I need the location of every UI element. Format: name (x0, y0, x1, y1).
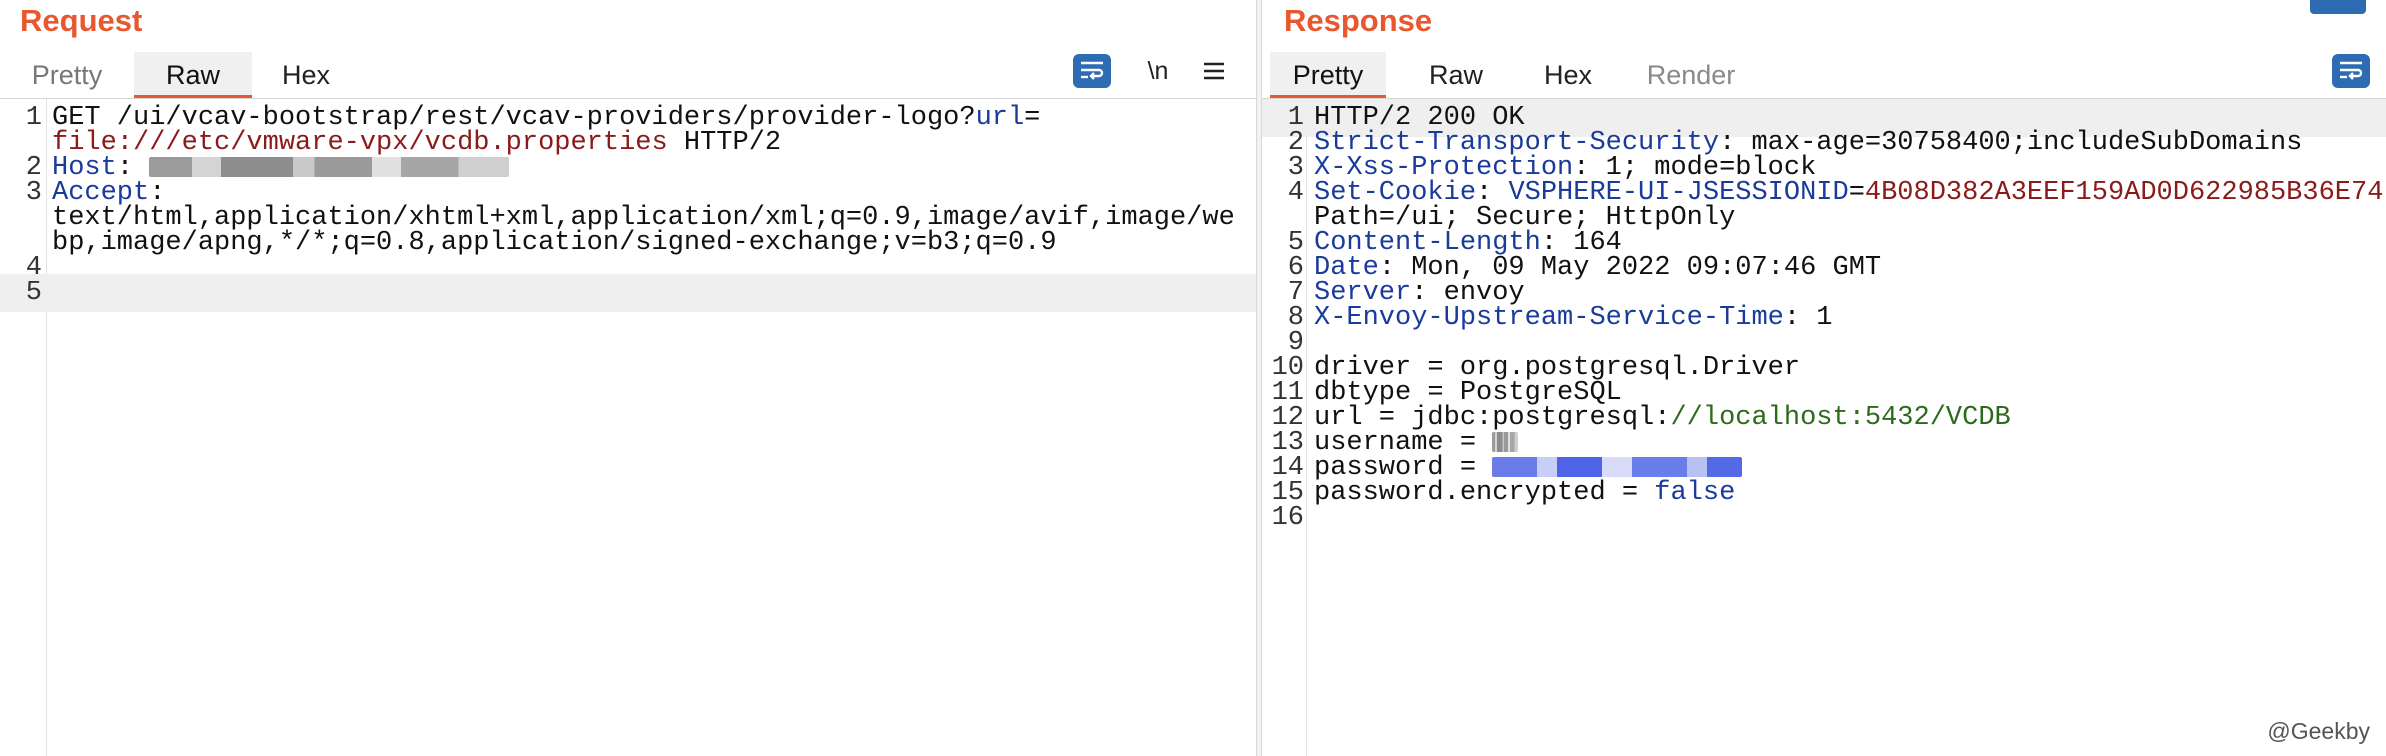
request-newline-toggle[interactable]: \n (1138, 52, 1178, 90)
request-title: Request (20, 3, 143, 38)
request-editor[interactable]: 1 GET /ui/vcav-bootstrap/rest/vcav-provid… (0, 99, 1256, 756)
request-pane: Request Pretty Raw Hex \n 1 GET /ui/vcav-… (0, 0, 1256, 756)
response-tab-raw[interactable]: Raw (1406, 52, 1506, 98)
response-code-line: 16 (1262, 499, 2386, 537)
wrap-lines-icon (2332, 54, 2370, 88)
response-tabs: Pretty Raw Hex Render (1262, 52, 2386, 99)
response-editor[interactable]: 1 HTTP/2 200 OK 2 Strict-Transport-Security… (1262, 99, 2386, 756)
request-tabs: Pretty Raw Hex (0, 52, 1256, 99)
request-tab-raw[interactable]: Raw (134, 52, 252, 98)
request-tab-pretty[interactable]: Pretty (12, 52, 122, 98)
line-number: 16 (1271, 503, 1304, 533)
request-menu-button[interactable] (1196, 52, 1232, 90)
line-number: 5 (25, 278, 42, 308)
response-tab-pretty[interactable]: Pretty (1270, 52, 1386, 98)
hamburger-icon (1204, 62, 1224, 80)
wrap-lines-icon (1073, 54, 1111, 88)
request-code-line: 5 (0, 274, 1256, 312)
response-tab-render[interactable]: Render (1632, 52, 1750, 98)
request-tab-hex[interactable]: Hex (262, 52, 350, 98)
response-wrap-lines-button[interactable] (2332, 52, 2370, 90)
request-wrap-lines-button[interactable] (1073, 52, 1111, 90)
layout-toggle-button[interactable] (2310, 0, 2366, 14)
response-pane: Response Pretty Raw Hex Render 1 HTTP/2 2… (1262, 0, 2386, 756)
response-title: Response (1284, 3, 1433, 38)
credit-watermark: @Geekby (2267, 718, 2370, 744)
response-tab-hex[interactable]: Hex (1524, 52, 1612, 98)
